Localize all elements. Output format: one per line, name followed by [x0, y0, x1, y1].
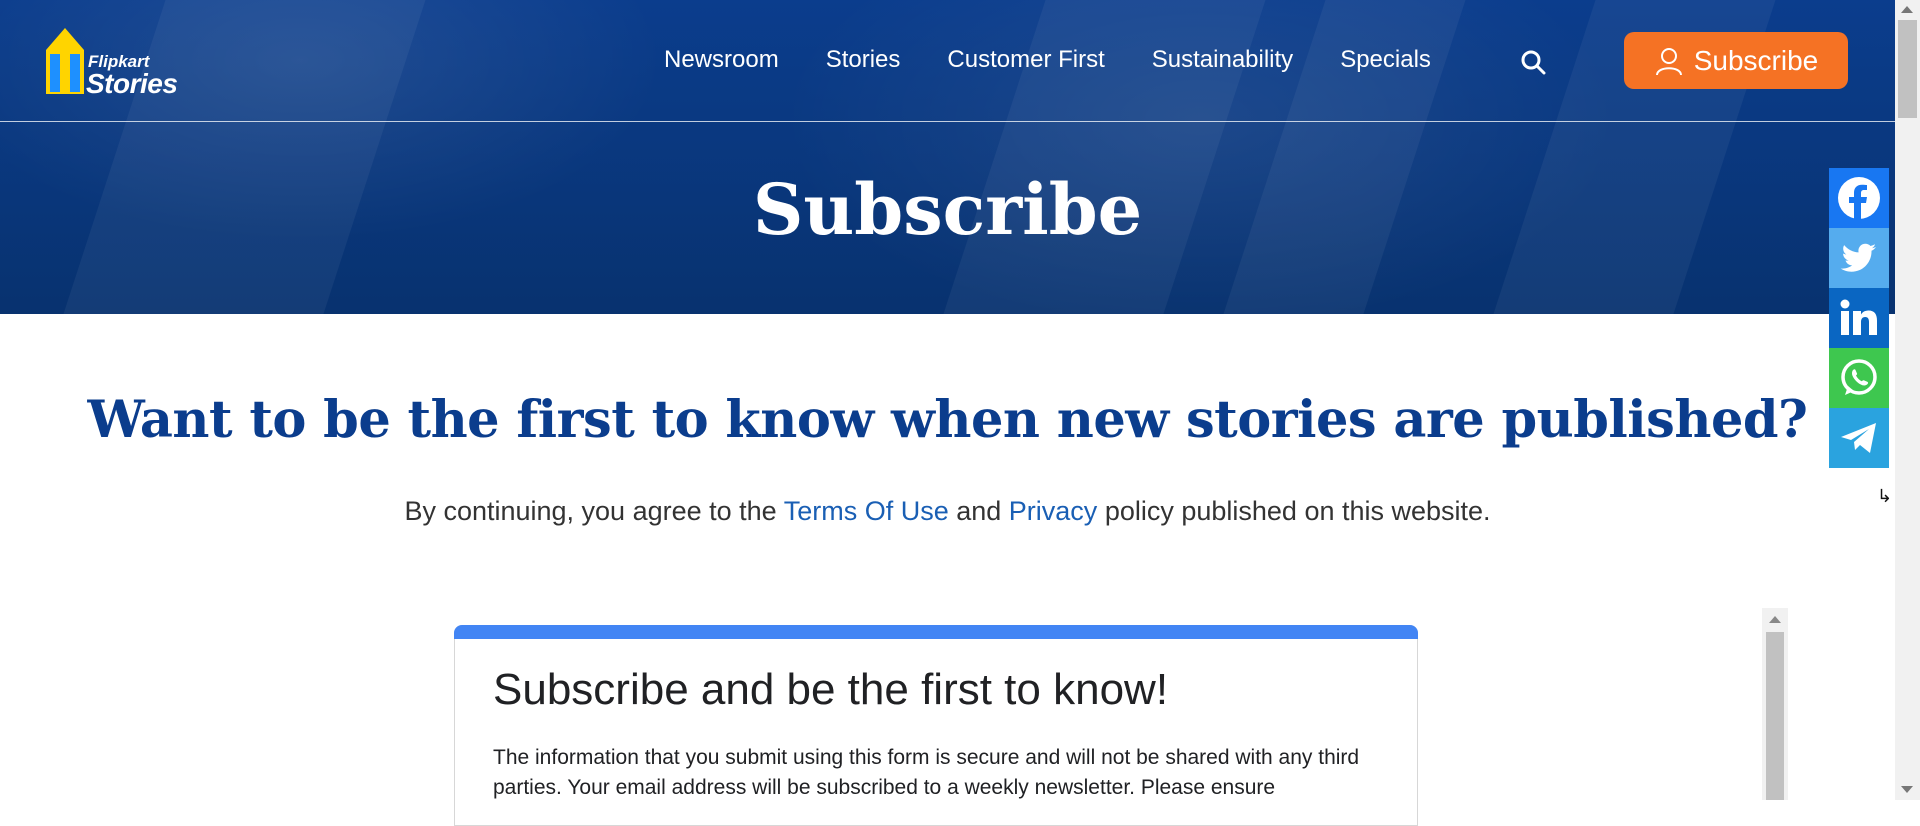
subscribe-button-label: Subscribe [1693, 44, 1819, 76]
pencil-logo-icon [46, 28, 84, 94]
scroll-up-icon[interactable] [1769, 616, 1781, 623]
share-hide-icon[interactable]: ↳ [1877, 486, 1892, 507]
whatsapp-share-button[interactable] [1829, 348, 1889, 408]
scroll-down-arrow-icon[interactable] [1901, 786, 1913, 793]
linkedin-share-button[interactable] [1829, 288, 1889, 348]
terms-link[interactable]: Terms Of Use [784, 496, 949, 526]
scroll-up-arrow-icon[interactable] [1901, 6, 1913, 13]
form-scrollbar-thumb[interactable] [1766, 632, 1784, 800]
twitter-icon [1840, 243, 1876, 272]
agree-prefix: By continuing, you agree to the [404, 496, 784, 526]
nav-customer-first[interactable]: Customer First [947, 46, 1104, 76]
agree-and: and [948, 496, 1009, 526]
agree-text: By continuing, you agree to the Terms Of… [0, 496, 1895, 527]
privacy-link[interactable]: Privacy [1009, 496, 1098, 526]
facebook-icon [1838, 177, 1880, 219]
hero-banner: Flipkart Stories Newsroom Stories Custom… [0, 0, 1895, 314]
nav-sustainability[interactable]: Sustainability [1152, 46, 1293, 76]
page-scrollbar-thumb[interactable] [1898, 20, 1917, 118]
headline: Want to be the first to know when new st… [87, 390, 1808, 450]
facebook-share-button[interactable] [1829, 168, 1889, 228]
user-icon [1655, 47, 1682, 75]
telegram-share-button[interactable] [1829, 408, 1889, 468]
page-scrollbar[interactable] [1895, 0, 1920, 800]
nav-newsroom[interactable]: Newsroom [664, 46, 779, 76]
nav-divider [0, 121, 1895, 122]
form-title: Subscribe and be the first to know! [493, 665, 1169, 714]
form-description: The information that you submit using th… [493, 746, 1360, 799]
form-scrollbar[interactable] [1762, 608, 1788, 800]
form-accent-bar [454, 625, 1418, 639]
page-title: Subscribe [752, 168, 1143, 251]
subscribe-button[interactable]: Subscribe [1624, 32, 1848, 89]
telegram-icon [1841, 423, 1876, 453]
whatsapp-icon [1841, 359, 1877, 395]
share-bar [1829, 168, 1889, 468]
nav-stories[interactable]: Stories [826, 46, 901, 76]
search-icon[interactable] [1520, 49, 1546, 75]
subscribe-form: Subscribe and be the first to know! The … [454, 625, 1418, 826]
brand-logo[interactable]: Flipkart Stories [46, 26, 178, 99]
agree-suffix: policy published on this website. [1097, 496, 1491, 526]
main-nav: Newsroom Stories Customer First Sustaina… [664, 46, 1478, 76]
linkedin-icon [1840, 299, 1877, 335]
nav-specials[interactable]: Specials [1340, 46, 1431, 76]
twitter-share-button[interactable] [1829, 228, 1889, 288]
brand-line2: Stories [86, 68, 178, 99]
